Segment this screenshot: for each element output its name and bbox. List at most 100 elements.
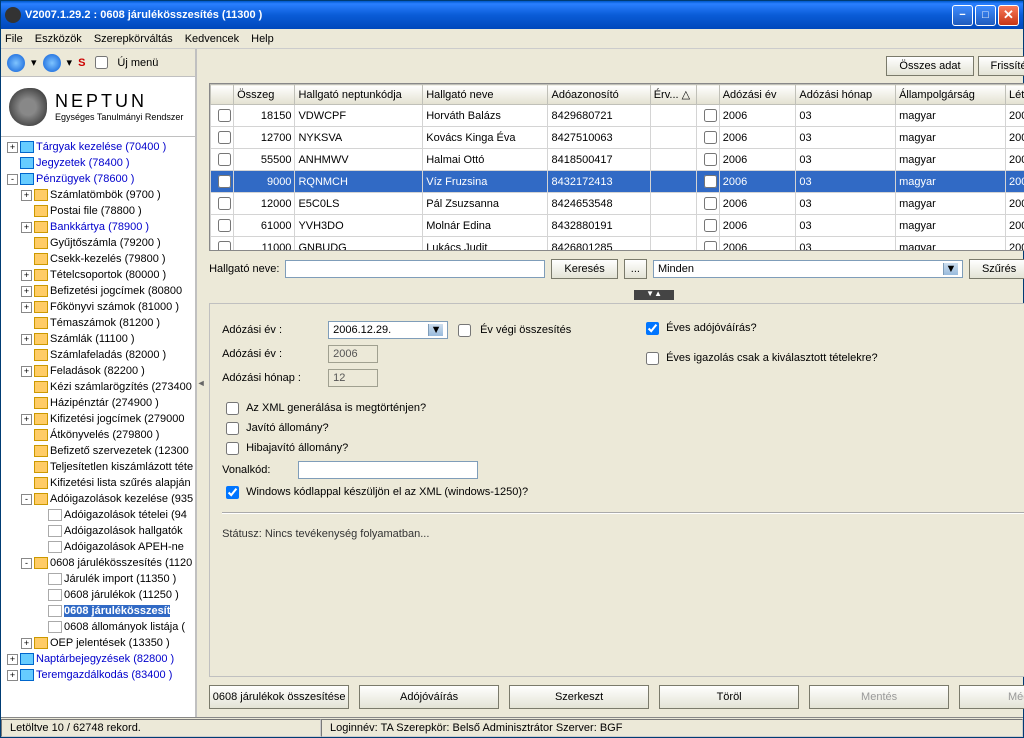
tree-item[interactable]: Kézi számlarögzítés (273400 xyxy=(3,379,193,395)
tree-item[interactable]: +Feladások (82200 ) xyxy=(3,363,193,379)
row-checkbox[interactable] xyxy=(704,241,717,251)
titlebar[interactable]: V2007.1.29.2 : 0608 járulékösszesítés (1… xyxy=(1,1,1023,29)
expand-icon[interactable]: + xyxy=(21,286,32,297)
table-row[interactable]: 55500ANHMWVHalmai Ottó8418500417200603ma… xyxy=(211,149,1024,171)
row-checkbox[interactable] xyxy=(218,219,231,232)
tree-item[interactable]: Adóigazolások hallgatók xyxy=(3,523,193,539)
row-checkbox[interactable] xyxy=(704,131,717,144)
grid-header[interactable] xyxy=(696,85,719,105)
tree-item[interactable]: Teljesítetlen kiszámlázott téte xyxy=(3,459,193,475)
grid-header[interactable]: Érv... △ xyxy=(650,85,696,105)
taxcredit-button[interactable]: Adójóváírás xyxy=(359,685,499,709)
expand-icon[interactable]: + xyxy=(21,366,32,377)
barcode-input[interactable] xyxy=(298,461,478,479)
expand-icon[interactable]: + xyxy=(21,638,32,649)
tree-item[interactable]: 0608 járulékok (11250 ) xyxy=(3,587,193,603)
tree-item[interactable]: +Főkönyvi számok (81000 ) xyxy=(3,299,193,315)
tree-item[interactable]: +Tételcsoportok (80000 ) xyxy=(3,267,193,283)
expand-icon[interactable]: - xyxy=(21,494,32,505)
save-button[interactable]: Mentés xyxy=(809,685,949,709)
table-row[interactable]: 61000YVH3DOMolnár Edina8432880191200603m… xyxy=(211,215,1024,237)
tree-item[interactable]: Csekk-kezelés (79800 ) xyxy=(3,251,193,267)
grid-header[interactable] xyxy=(211,85,234,105)
table-row[interactable]: 11000GNBUDGLukács Judit8426801285200603m… xyxy=(211,237,1024,252)
tree-item[interactable]: Adóigazolások tételei (94 xyxy=(3,507,193,523)
table-row[interactable]: 18150VDWCPFHorváth Balázs842968072120060… xyxy=(211,105,1024,127)
minimize-button[interactable]: − xyxy=(952,5,973,26)
newmenu-checkbox[interactable] xyxy=(95,56,108,69)
table-row[interactable]: 9000RQNMCHVíz Fruzsina8432172413200603ma… xyxy=(211,171,1024,193)
splitter[interactable]: ◄ xyxy=(197,49,205,717)
tree-item[interactable]: +Naptárbejegyzések (82800 ) xyxy=(3,651,193,667)
yearend-checkbox[interactable] xyxy=(458,324,471,337)
tree-item[interactable]: +Számlák (11100 ) xyxy=(3,331,193,347)
row-checkbox[interactable] xyxy=(704,219,717,232)
menu-tools[interactable]: Eszközök xyxy=(35,33,82,45)
row-checkbox[interactable] xyxy=(218,109,231,122)
tree-item[interactable]: Témaszámok (81200 ) xyxy=(3,315,193,331)
all-data-button[interactable]: Összes adat xyxy=(886,56,973,76)
table-row[interactable]: 12000E5C0LSPál Zsuzsanna8424653548200603… xyxy=(211,193,1024,215)
grid-header[interactable]: Adóazonosító xyxy=(548,85,650,105)
xmlgen-checkbox[interactable] xyxy=(226,402,239,415)
tree-item[interactable]: -Adóigazolások kezelése (935 xyxy=(3,491,193,507)
tree-item[interactable]: +Számlatömbök (9700 ) xyxy=(3,187,193,203)
taxdate-combo[interactable]: 2006.12.29.▼ xyxy=(328,321,448,339)
row-checkbox[interactable] xyxy=(704,197,717,210)
fix-checkbox[interactable] xyxy=(226,422,239,435)
expand-icon[interactable]: + xyxy=(21,270,32,281)
row-checkbox[interactable] xyxy=(218,131,231,144)
row-checkbox[interactable] xyxy=(704,109,717,122)
grid-header[interactable]: Létrehozás id xyxy=(1005,85,1024,105)
expand-icon[interactable]: + xyxy=(21,302,32,313)
grid-header[interactable]: Adózási hónap xyxy=(796,85,896,105)
tree-item[interactable]: 0608 járulékösszesít xyxy=(3,603,193,619)
expand-icon[interactable]: + xyxy=(7,654,18,665)
tree-item[interactable]: Házipénztár (274900 ) xyxy=(3,395,193,411)
data-grid[interactable]: ÖsszegHallgató neptunkódjaHallgató neveA… xyxy=(209,83,1024,251)
menu-fav[interactable]: Kedvencek xyxy=(185,33,239,45)
edit-button[interactable]: Szerkeszt xyxy=(509,685,649,709)
delete-button[interactable]: Töröl xyxy=(659,685,799,709)
tree-item[interactable]: +Kifizetési jogcímek (279000 xyxy=(3,411,193,427)
expand-icon[interactable]: + xyxy=(21,414,32,425)
wincp-checkbox[interactable] xyxy=(226,486,239,499)
collapse-handle[interactable]: ▼▲ xyxy=(634,290,674,300)
tree-item[interactable]: Járulék import (11350 ) xyxy=(3,571,193,587)
tree-item[interactable]: Számlafeladás (82000 ) xyxy=(3,347,193,363)
maximize-button[interactable]: □ xyxy=(975,5,996,26)
row-checkbox[interactable] xyxy=(218,241,231,251)
tree-item[interactable]: Átkönyvelés (279800 ) xyxy=(3,427,193,443)
table-row[interactable]: 12700NYKSVAKovács Kinga Éva8427510063200… xyxy=(211,127,1024,149)
refresh-button[interactable]: Frissítés xyxy=(978,56,1024,76)
tree-item[interactable]: Jegyzetek (78400 ) xyxy=(3,155,193,171)
forward-button[interactable] xyxy=(43,54,61,72)
tree-item[interactable]: Befizető szervezetek (12300 xyxy=(3,443,193,459)
fix2-checkbox[interactable] xyxy=(226,442,239,455)
search-input[interactable] xyxy=(285,260,545,278)
filter-combo[interactable]: Minden▼ xyxy=(653,260,963,278)
grid-header[interactable]: Hallgató neptunkódja xyxy=(295,85,423,105)
search-button[interactable]: Keresés xyxy=(551,259,617,279)
tree-item[interactable]: +Befizetési jogcímek (80800 xyxy=(3,283,193,299)
row-checkbox[interactable] xyxy=(704,153,717,166)
expand-icon[interactable]: - xyxy=(21,558,32,569)
expand-icon[interactable]: + xyxy=(21,334,32,345)
expand-icon[interactable]: + xyxy=(21,222,32,233)
menu-file[interactable]: File xyxy=(5,33,23,45)
expand-icon[interactable]: + xyxy=(21,190,32,201)
tree-item[interactable]: +Tárgyak kezelése (70400 ) xyxy=(3,139,193,155)
grid-header[interactable]: Állampolgárság xyxy=(896,85,1006,105)
grid-header[interactable]: Adózási év xyxy=(719,85,796,105)
expand-icon[interactable]: + xyxy=(7,670,18,681)
browse-button[interactable]: ... xyxy=(624,259,647,279)
tree-item[interactable]: +Teremgazdálkodás (83400 ) xyxy=(3,667,193,683)
tree-item[interactable]: Adóigazolások APEH-ne xyxy=(3,539,193,555)
tree-item[interactable]: +OEP jelentések (13350 ) xyxy=(3,635,193,651)
tree-item[interactable]: +Bankkártya (78900 ) xyxy=(3,219,193,235)
summarize-button[interactable]: 0608 járulékok összesítése xyxy=(209,685,349,709)
annual-tax-checkbox[interactable] xyxy=(646,322,659,335)
tree-item[interactable]: 0608 állományok listája ( xyxy=(3,619,193,635)
expand-icon[interactable]: + xyxy=(7,142,18,153)
nav-tree[interactable]: +Tárgyak kezelése (70400 )Jegyzetek (784… xyxy=(1,137,195,717)
